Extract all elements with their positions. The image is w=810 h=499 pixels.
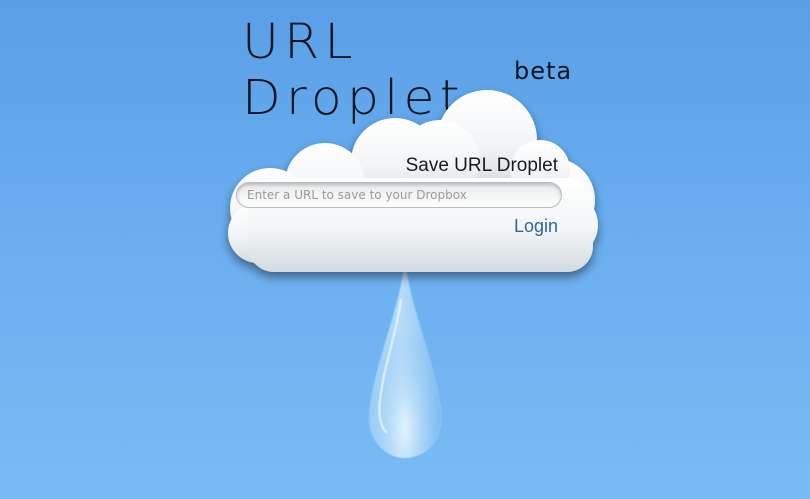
cloud-illustration [228,90,598,459]
save-url-form: Save URL Droplet Login [236,152,566,242]
form-title: Save URL Droplet [405,155,558,176]
raindrop-icon [368,261,442,459]
login-link[interactable]: Login [514,214,558,238]
url-input[interactable] [236,182,562,208]
